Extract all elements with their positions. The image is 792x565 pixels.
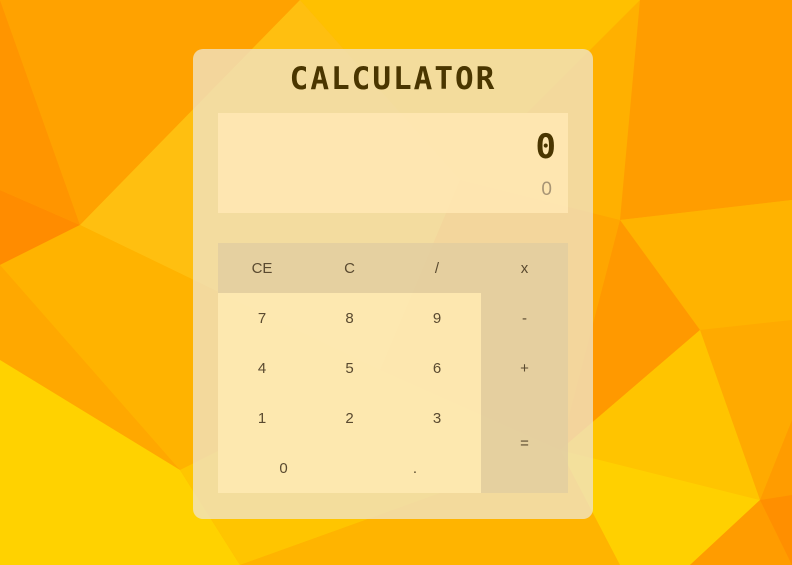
divide-button[interactable]: / — [393, 243, 481, 293]
digit-9-button[interactable]: 9 — [393, 293, 481, 343]
clear-button[interactable]: C — [306, 243, 393, 293]
app-title: CALCULATOR — [289, 61, 497, 97]
minus-button[interactable]: - — [481, 293, 568, 343]
clear-entry-button[interactable]: CE — [218, 243, 306, 293]
digit-2-button[interactable]: 2 — [306, 393, 393, 443]
digit-5-button[interactable]: 5 — [306, 343, 393, 393]
calculator-panel: CALCULATOR 0 0 CE C / x 7 8 9 - 4 5 6 + … — [193, 49, 593, 519]
decimal-button[interactable]: . — [349, 443, 481, 493]
digit-6-button[interactable]: 6 — [393, 343, 481, 393]
display-screen: 0 0 — [218, 113, 568, 213]
digit-0-button[interactable]: 0 — [218, 443, 349, 493]
digit-3-button[interactable]: 3 — [393, 393, 481, 443]
digit-8-button[interactable]: 8 — [306, 293, 393, 343]
digit-1-button[interactable]: 1 — [218, 393, 306, 443]
digit-7-button[interactable]: 7 — [218, 293, 306, 343]
display-history-value: 0 — [541, 179, 552, 200]
keypad: CE C / x 7 8 9 - 4 5 6 + 1 2 3 = 0 . — [218, 243, 568, 493]
plus-button[interactable]: + — [481, 343, 568, 393]
digit-4-button[interactable]: 4 — [218, 343, 306, 393]
display-main-value: 0 — [535, 127, 556, 167]
equals-button[interactable]: = — [481, 393, 568, 493]
multiply-button[interactable]: x — [481, 243, 568, 293]
